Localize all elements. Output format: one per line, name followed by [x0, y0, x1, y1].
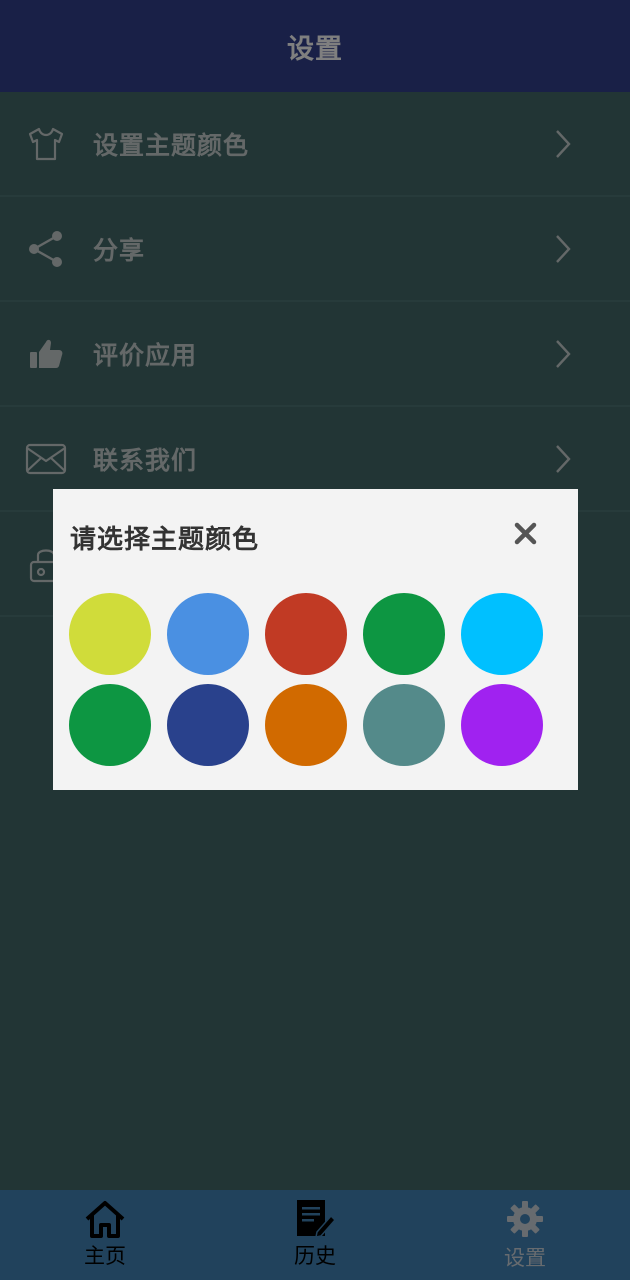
color-swatch[interactable]: [69, 684, 151, 766]
color-swatch[interactable]: [461, 593, 543, 675]
theme-color-dialog: 请选择主题颜色: [53, 489, 578, 790]
color-swatch[interactable]: [265, 684, 347, 766]
color-swatch[interactable]: [363, 684, 445, 766]
color-swatch-grid: [69, 593, 559, 766]
dialog-title: 请选择主题颜色: [70, 525, 260, 555]
color-swatch[interactable]: [167, 593, 249, 675]
color-swatch[interactable]: [265, 593, 347, 675]
color-swatch[interactable]: [167, 684, 249, 766]
color-swatch[interactable]: [461, 684, 543, 766]
close-icon[interactable]: [511, 519, 541, 549]
color-swatch[interactable]: [69, 593, 151, 675]
color-swatch[interactable]: [363, 593, 445, 675]
